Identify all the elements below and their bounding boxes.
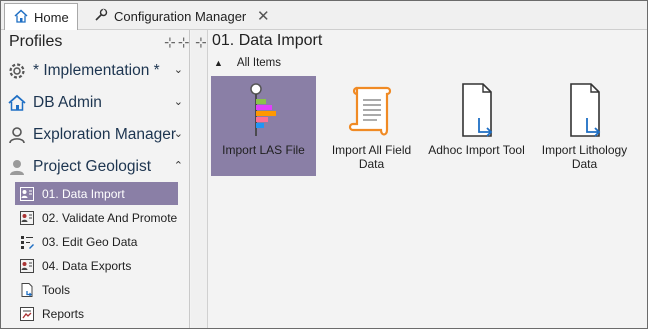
home-icon bbox=[6, 92, 28, 114]
section-header-all-items[interactable]: ▲ All Items bbox=[214, 57, 281, 69]
pin-icon[interactable]: ⊹⊹ bbox=[164, 34, 191, 51]
profile-group-project-geologist[interactable]: Project Geologist ⌃ bbox=[6, 154, 186, 180]
profile-group-label: * Implementation * bbox=[33, 62, 160, 79]
profile-group-label: Exploration Manager bbox=[33, 126, 177, 143]
person-form-icon bbox=[18, 257, 36, 275]
chevron-up-icon[interactable]: ⌃ bbox=[174, 159, 183, 172]
document-link-icon bbox=[424, 80, 529, 142]
profile-group-label: Project Geologist bbox=[33, 158, 152, 175]
sidebar-scrollbar[interactable] bbox=[191, 30, 208, 328]
close-icon[interactable]: ✕ bbox=[257, 7, 270, 25]
tile-label: Import Lithology Data bbox=[541, 143, 628, 171]
wrench-icon bbox=[93, 7, 109, 26]
tile-import-las-file[interactable]: Import LAS File bbox=[211, 76, 316, 176]
profile-group-label: DB Admin bbox=[33, 94, 102, 111]
chevron-down-icon[interactable]: ⌄ bbox=[174, 95, 183, 108]
person-icon bbox=[6, 124, 28, 146]
person-form-icon bbox=[18, 185, 36, 203]
sidebar-item-validate-and-promote[interactable]: 02. Validate And Promote bbox=[15, 206, 178, 229]
profiles-sidebar: Profiles ⊹⊹ * Implementation * ⌄ DB Admi… bbox=[1, 30, 190, 328]
list-edit-icon bbox=[18, 233, 36, 251]
document-link-icon bbox=[532, 80, 637, 142]
document-link-icon bbox=[18, 281, 36, 299]
profile-group-db-admin[interactable]: DB Admin ⌄ bbox=[6, 90, 186, 116]
page-title: 01. Data Import bbox=[212, 32, 323, 49]
sidebar-item-reports[interactable]: Reports bbox=[15, 302, 178, 325]
tile-label: Adhoc Import Tool bbox=[428, 143, 525, 157]
sidebar-item-data-exports[interactable]: 04. Data Exports bbox=[15, 254, 178, 277]
tile-adhoc-import-tool[interactable]: Adhoc Import Tool bbox=[424, 76, 529, 176]
sidebar-item-label: Tools bbox=[42, 282, 71, 297]
pin-icon[interactable]: ⊹ bbox=[195, 34, 207, 51]
tile-import-all-field-data[interactable]: Import All Field Data bbox=[319, 76, 424, 176]
sidebar-item-label: 01. Data Import bbox=[42, 186, 125, 201]
sidebar-item-label: Reports bbox=[42, 306, 85, 321]
tile-import-lithology-data[interactable]: Import Lithology Data bbox=[532, 76, 637, 176]
sidebar-item-tools[interactable]: Tools bbox=[15, 278, 178, 301]
gear-icon bbox=[6, 60, 28, 82]
sidebar-item-edit-geo-data[interactable]: 03. Edit Geo Data bbox=[15, 230, 178, 253]
person-icon bbox=[6, 156, 28, 178]
chevron-down-icon[interactable]: ⌄ bbox=[174, 63, 183, 76]
tab-config-label: Configuration Manager bbox=[114, 9, 247, 24]
report-icon bbox=[18, 305, 36, 323]
tab-configuration-manager[interactable]: Configuration Manager ✕ bbox=[87, 3, 277, 30]
collapse-triangle-icon[interactable]: ▲ bbox=[214, 58, 223, 68]
tile-label: Import All Field Data bbox=[331, 143, 412, 171]
sidebar-item-label: 03. Edit Geo Data bbox=[42, 234, 138, 249]
las-log-icon bbox=[211, 80, 316, 142]
profile-group-exploration-manager[interactable]: Exploration Manager ⌄ bbox=[6, 122, 186, 148]
tab-home[interactable]: Home bbox=[4, 3, 78, 30]
sidebar-title: Profiles bbox=[9, 33, 63, 50]
sidebar-item-data-import[interactable]: 01. Data Import bbox=[15, 182, 178, 205]
main-content: ⊹ 01. Data Import ▲ All Items Import LAS… bbox=[195, 30, 647, 328]
application-window: Home Configuration Manager ✕ Profiles ⊹⊹… bbox=[0, 0, 648, 329]
scroll-icon bbox=[319, 80, 424, 142]
person-form-icon bbox=[18, 209, 36, 227]
tab-strip: Home Configuration Manager ✕ bbox=[1, 1, 647, 30]
sidebar-item-label: 02. Validate And Promote bbox=[42, 210, 178, 225]
sidebar-item-label: 04. Data Exports bbox=[42, 258, 132, 273]
section-header-label: All Items bbox=[236, 57, 282, 69]
home-icon bbox=[13, 8, 29, 27]
profile-group-implementation[interactable]: * Implementation * ⌄ bbox=[6, 58, 186, 84]
tab-home-label: Home bbox=[34, 9, 69, 25]
tile-label: Import LAS File bbox=[222, 143, 305, 157]
chevron-down-icon[interactable]: ⌄ bbox=[174, 127, 183, 140]
